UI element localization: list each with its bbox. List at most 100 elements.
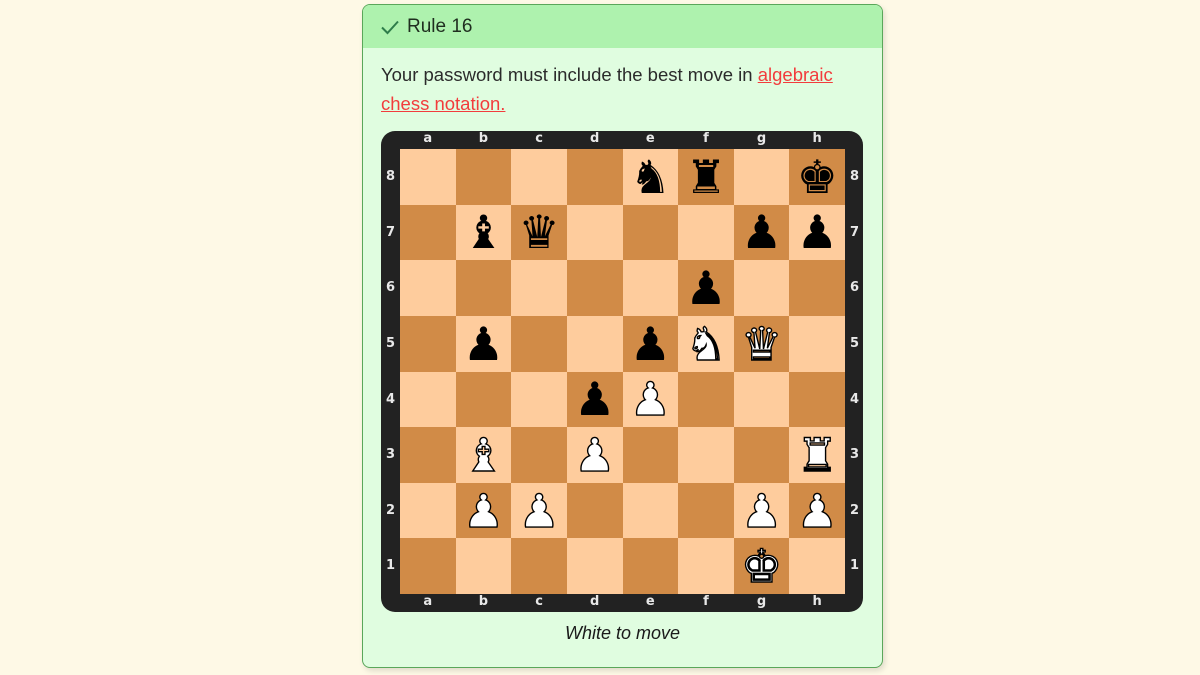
square-g4[interactable] [733, 371, 790, 428]
square-g6[interactable] [733, 260, 790, 316]
square-e2[interactable] [622, 482, 679, 539]
square-d7[interactable] [566, 204, 623, 261]
black-pawn-icon[interactable]: ♟ [797, 209, 838, 255]
black-rook-icon[interactable]: ♜ [685, 154, 726, 200]
square-d4[interactable]: ♟ [566, 371, 623, 428]
square-a2[interactable] [400, 482, 456, 539]
square-g5[interactable]: ♛ [733, 315, 790, 372]
square-f7[interactable] [678, 204, 734, 261]
rank-label-6: 6 [849, 280, 860, 296]
square-d8[interactable] [566, 149, 623, 205]
square-b6[interactable] [455, 260, 512, 316]
black-queen-icon[interactable]: ♛ [518, 209, 559, 255]
file-label-f: f [703, 594, 709, 609]
square-h4[interactable] [789, 371, 845, 428]
square-f4[interactable] [678, 371, 734, 428]
square-a8[interactable] [400, 149, 456, 205]
white-king-icon[interactable]: ♚ [740, 542, 783, 589]
square-b2[interactable]: ♟ [455, 482, 512, 539]
black-bishop-icon[interactable]: ♝ [463, 209, 504, 255]
white-pawn-icon[interactable]: ♟ [740, 487, 783, 534]
square-e5[interactable]: ♟ [622, 315, 679, 372]
black-pawn-icon[interactable]: ♟ [741, 209, 782, 255]
square-e3[interactable] [622, 427, 679, 483]
square-c5[interactable] [511, 315, 567, 372]
square-e7[interactable] [622, 204, 679, 261]
square-a7[interactable] [400, 204, 456, 261]
square-a1[interactable] [400, 538, 456, 594]
white-bishop-icon[interactable]: ♝ [462, 431, 505, 478]
black-pawn-icon[interactable]: ♟ [574, 376, 615, 422]
chess-board-frame: ♞ ♜ ♚ ♝ ♛ ♟ ♟ ♟ ♟ ♟ ♞ ♛ ♟ ♟ ♝ ♟ ♜ ♟ ♟ ♟ ♟ ♚ a a b b c c d d e e f f g g h h 8… [381, 131, 863, 612]
square-a6[interactable] [400, 260, 456, 316]
square-b5[interactable]: ♟ [455, 315, 512, 372]
square-c8[interactable] [511, 149, 567, 205]
square-a5[interactable] [400, 315, 456, 372]
square-a4[interactable] [400, 371, 456, 428]
square-h3[interactable]: ♜ [789, 427, 845, 483]
square-f8[interactable]: ♜ [678, 149, 734, 205]
square-d6[interactable] [566, 260, 623, 316]
check-icon [379, 16, 401, 38]
square-d3[interactable]: ♟ [566, 427, 623, 483]
square-f5[interactable]: ♞ [678, 315, 734, 372]
square-f3[interactable] [678, 427, 734, 483]
square-a3[interactable] [400, 427, 456, 483]
black-pawn-icon[interactable]: ♟ [463, 321, 504, 367]
square-g8[interactable] [733, 149, 790, 205]
white-queen-icon[interactable]: ♛ [740, 320, 783, 367]
square-c2[interactable]: ♟ [511, 482, 567, 539]
rank-label-2: 2 [849, 502, 860, 518]
square-e4[interactable]: ♟ [622, 371, 679, 428]
rank-label-8: 8 [849, 169, 860, 184]
square-h6[interactable] [789, 260, 845, 316]
square-h1[interactable] [789, 538, 845, 594]
square-d1[interactable] [566, 538, 623, 594]
square-d5[interactable] [566, 315, 623, 372]
square-c3[interactable] [511, 427, 567, 483]
black-knight-icon[interactable]: ♞ [630, 154, 671, 200]
rank-label-1: 1 [849, 558, 860, 574]
rank-label-2: 2 [385, 502, 396, 518]
square-c1[interactable] [511, 538, 567, 594]
square-b3[interactable]: ♝ [455, 427, 512, 483]
square-b7[interactable]: ♝ [455, 204, 512, 261]
rank-label-4: 4 [385, 391, 396, 407]
square-g7[interactable]: ♟ [733, 204, 790, 261]
square-e1[interactable] [622, 538, 679, 594]
square-e8[interactable]: ♞ [622, 149, 679, 205]
square-e6[interactable] [622, 260, 679, 316]
square-h7[interactable]: ♟ [789, 204, 845, 261]
black-pawn-icon[interactable]: ♟ [685, 265, 726, 311]
white-rook-icon[interactable]: ♜ [796, 431, 839, 478]
rank-label-8: 8 [385, 169, 396, 184]
square-g3[interactable] [733, 427, 790, 483]
white-pawn-icon[interactable]: ♟ [629, 376, 672, 423]
square-f2[interactable] [678, 482, 734, 539]
white-pawn-icon[interactable]: ♟ [518, 487, 561, 534]
square-b4[interactable] [455, 371, 512, 428]
white-pawn-icon[interactable]: ♟ [573, 431, 616, 478]
square-d2[interactable] [566, 482, 623, 539]
square-h5[interactable] [789, 315, 845, 372]
square-f6[interactable]: ♟ [678, 260, 734, 316]
black-king-icon[interactable]: ♚ [797, 154, 838, 200]
black-pawn-icon[interactable]: ♟ [630, 321, 671, 367]
square-h2[interactable]: ♟ [789, 482, 845, 539]
square-f1[interactable] [678, 538, 734, 594]
white-knight-icon[interactable]: ♞ [685, 320, 728, 367]
square-g2[interactable]: ♟ [733, 482, 790, 539]
white-pawn-icon[interactable]: ♟ [462, 487, 505, 534]
square-g1[interactable]: ♚ [733, 538, 790, 594]
white-pawn-icon[interactable]: ♟ [796, 487, 839, 534]
square-c6[interactable] [511, 260, 567, 316]
file-label-g: g [756, 131, 767, 146]
file-label-a: a [423, 131, 433, 146]
rank-label-6: 6 [385, 280, 396, 296]
rank-label-5: 5 [849, 335, 860, 351]
square-b1[interactable] [455, 538, 512, 594]
square-h8[interactable]: ♚ [789, 149, 845, 205]
square-b8[interactable] [455, 149, 512, 205]
square-c4[interactable] [511, 371, 567, 428]
square-c7[interactable]: ♛ [511, 204, 567, 261]
